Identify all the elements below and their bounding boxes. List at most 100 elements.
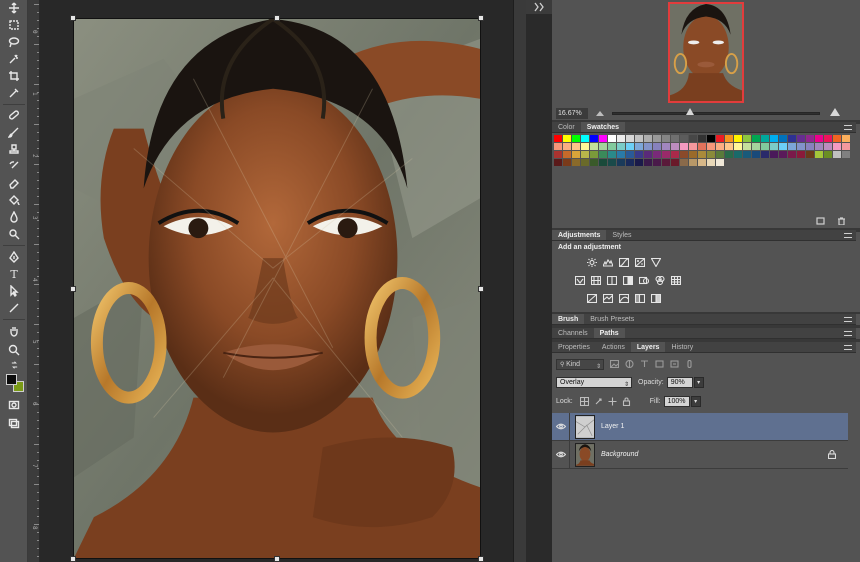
eraser-icon[interactable] [4, 175, 24, 191]
curves-icon[interactable] [618, 257, 629, 267]
color-swatch[interactable] [743, 143, 751, 150]
zoom-icon[interactable] [4, 342, 24, 358]
dodge-icon[interactable] [4, 226, 24, 242]
color-swatch[interactable] [824, 143, 832, 150]
layer-row-background[interactable]: Background [552, 440, 848, 469]
color-swatch[interactable] [842, 143, 850, 150]
transform-handle[interactable] [478, 286, 484, 292]
color-swatch[interactable] [698, 159, 706, 166]
color-swatch[interactable] [554, 151, 562, 158]
color-swatch[interactable] [752, 135, 760, 142]
color-swatch[interactable] [626, 143, 634, 150]
levels-icon[interactable] [602, 257, 613, 267]
color-swatch[interactable] [716, 151, 724, 158]
color-swatch[interactable] [563, 143, 571, 150]
color-swatch[interactable] [725, 151, 733, 158]
color-swatch[interactable] [581, 159, 589, 166]
color-swatch[interactable] [680, 143, 688, 150]
line-icon[interactable] [4, 300, 24, 316]
zoom-slider[interactable] [612, 112, 820, 115]
layer-name[interactable]: Background [601, 451, 638, 458]
brush-icon[interactable] [4, 124, 24, 140]
visibility-eye-icon[interactable] [552, 440, 570, 469]
color-swatch[interactable] [689, 151, 697, 158]
transform-handle[interactable] [274, 556, 280, 562]
panel-menu-icon[interactable] [844, 233, 852, 238]
color-swatch[interactable] [716, 135, 724, 142]
color-swatch[interactable] [716, 143, 724, 150]
color-swatch[interactable] [662, 151, 670, 158]
color-balance-icon[interactable] [606, 275, 617, 285]
color-swatch[interactable] [644, 159, 652, 166]
color-swatch[interactable] [698, 151, 706, 158]
color-swatch[interactable] [761, 135, 769, 142]
color-swatch[interactable] [644, 151, 652, 158]
color-swatch[interactable] [554, 143, 562, 150]
eyedropper-icon[interactable] [4, 85, 24, 101]
blend-mode-dropdown[interactable]: Overlay ⇕ [556, 376, 632, 388]
panel-menu-icon[interactable] [844, 317, 852, 322]
color-swatch[interactable] [833, 143, 841, 150]
color-swatch[interactable] [671, 135, 679, 142]
color-swatch[interactable] [563, 135, 571, 142]
collapse-panels-icon[interactable] [526, 0, 552, 14]
foreground-color-swatch[interactable] [6, 374, 17, 385]
color-swatch[interactable] [779, 151, 787, 158]
path-select-icon[interactable] [4, 283, 24, 299]
move-icon[interactable] [4, 0, 24, 16]
fill-dropdown-icon[interactable]: ▾ [690, 395, 701, 407]
canvas-area[interactable] [40, 0, 513, 562]
posterize-icon[interactable] [602, 293, 613, 303]
color-swatch[interactable] [653, 143, 661, 150]
color-swatch[interactable] [626, 135, 634, 142]
color-swatch[interactable] [725, 135, 733, 142]
color-swatch[interactable] [599, 143, 607, 150]
navigator-thumbnail[interactable] [668, 2, 744, 103]
color-swatch[interactable] [788, 151, 796, 158]
color-swatch[interactable] [815, 151, 823, 158]
color-swatch[interactable] [635, 143, 643, 150]
tab-brush-presets[interactable]: Brush Presets [584, 314, 640, 324]
swap-colors-icon[interactable] [4, 360, 24, 370]
color-swatch[interactable] [770, 135, 778, 142]
color-swatch[interactable] [842, 151, 850, 158]
bucket-icon[interactable] [4, 192, 24, 208]
opacity-dropdown-icon[interactable]: ▾ [693, 376, 704, 388]
panel-menu-icon[interactable] [844, 331, 852, 336]
color-swatch[interactable] [581, 151, 589, 158]
color-swatch[interactable] [743, 151, 751, 158]
color-swatch[interactable] [725, 143, 733, 150]
color-swatch[interactable] [626, 151, 634, 158]
history-brush-icon[interactable] [4, 158, 24, 174]
color-swatch[interactable] [653, 159, 661, 166]
color-swatch[interactable] [806, 143, 814, 150]
transform-handle[interactable] [478, 15, 484, 21]
transform-handle[interactable] [70, 286, 76, 292]
color-swatch[interactable] [554, 135, 562, 142]
quick-mask-icon[interactable] [4, 397, 24, 413]
color-swatch[interactable] [617, 135, 625, 142]
color-swatch[interactable] [824, 151, 832, 158]
color-swatch[interactable] [689, 135, 697, 142]
transform-handle[interactable] [70, 556, 76, 562]
color-swatch[interactable] [671, 143, 679, 150]
tab-swatches[interactable]: Swatches [580, 122, 626, 132]
color-swatch[interactable] [608, 159, 616, 166]
hand-icon[interactable] [4, 323, 24, 339]
color-swatch[interactable] [806, 135, 814, 142]
filter-adjustment-icon[interactable] [624, 360, 634, 369]
color-swatch[interactable] [572, 135, 580, 142]
color-swatch[interactable] [698, 143, 706, 150]
channel-mixer-icon[interactable] [654, 275, 665, 285]
color-swatch[interactable] [599, 159, 607, 166]
blur-icon[interactable] [4, 209, 24, 225]
color-swatch[interactable] [752, 143, 760, 150]
color-swatch[interactable] [833, 151, 841, 158]
color-swatch[interactable] [806, 151, 814, 158]
color-swatch[interactable] [635, 135, 643, 142]
color-swatch[interactable] [590, 143, 598, 150]
healing-icon[interactable] [4, 107, 24, 123]
new-swatch-icon[interactable] [816, 217, 825, 225]
fill-field[interactable]: 100% [663, 395, 690, 407]
filter-toggle-icon[interactable] [684, 360, 694, 369]
